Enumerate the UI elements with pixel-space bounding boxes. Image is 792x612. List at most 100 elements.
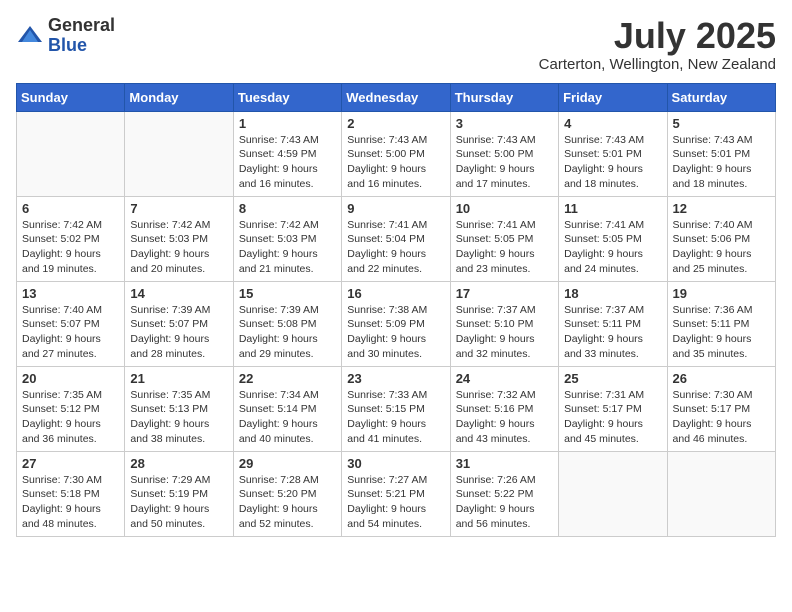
- day-info: Sunrise: 7:30 AM Sunset: 5:18 PM Dayligh…: [22, 473, 119, 532]
- day-number: 20: [22, 371, 119, 386]
- day-number: 29: [239, 456, 336, 471]
- calendar-cell: 25 Sunrise: 7:31 AM Sunset: 5:17 PM Dayli…: [559, 366, 667, 451]
- day-number: 6: [22, 201, 119, 216]
- day-info: Sunrise: 7:26 AM Sunset: 5:22 PM Dayligh…: [456, 473, 553, 532]
- day-info: Sunrise: 7:40 AM Sunset: 5:06 PM Dayligh…: [673, 218, 770, 277]
- calendar-cell: 12 Sunrise: 7:40 AM Sunset: 5:06 PM Dayli…: [667, 196, 775, 281]
- day-info: Sunrise: 7:42 AM Sunset: 5:02 PM Dayligh…: [22, 218, 119, 277]
- calendar-cell: 1 Sunrise: 7:43 AM Sunset: 4:59 PM Daylig…: [233, 111, 341, 196]
- calendar-cell: 26 Sunrise: 7:30 AM Sunset: 5:17 PM Dayli…: [667, 366, 775, 451]
- day-number: 3: [456, 116, 553, 131]
- weekday-header-friday: Friday: [559, 83, 667, 111]
- day-info: Sunrise: 7:39 AM Sunset: 5:08 PM Dayligh…: [239, 303, 336, 362]
- week-row-1: 1 Sunrise: 7:43 AM Sunset: 4:59 PM Daylig…: [17, 111, 776, 196]
- day-info: Sunrise: 7:41 AM Sunset: 5:05 PM Dayligh…: [456, 218, 553, 277]
- calendar-cell: 2 Sunrise: 7:43 AM Sunset: 5:00 PM Daylig…: [342, 111, 450, 196]
- day-info: Sunrise: 7:31 AM Sunset: 5:17 PM Dayligh…: [564, 388, 661, 447]
- calendar-cell: 21Sunrise: 7:35 AM Sunset: 5:13 PM Dayli…: [125, 366, 233, 451]
- weekday-header-row: SundayMondayTuesdayWednesdayThursdayFrid…: [17, 83, 776, 111]
- logo-general: General: [48, 16, 115, 36]
- day-number: 24: [456, 371, 553, 386]
- calendar-cell: 7 Sunrise: 7:42 AM Sunset: 5:03 PM Daylig…: [125, 196, 233, 281]
- day-number: 22: [239, 371, 336, 386]
- day-number: 25: [564, 371, 661, 386]
- day-number: 4: [564, 116, 661, 131]
- calendar-cell: 30 Sunrise: 7:27 AM Sunset: 5:21 PM Dayli…: [342, 451, 450, 536]
- day-number: 7: [130, 201, 227, 216]
- day-info: Sunrise: 7:27 AM Sunset: 5:21 PM Dayligh…: [347, 473, 444, 532]
- day-info: Sunrise: 7:28 AM Sunset: 5:20 PM Dayligh…: [239, 473, 336, 532]
- calendar-cell: 22 Sunrise: 7:34 AM Sunset: 5:14 PM Dayli…: [233, 366, 341, 451]
- day-info: Sunrise: 7:34 AM Sunset: 5:14 PM Dayligh…: [239, 388, 336, 447]
- day-number: 27: [22, 456, 119, 471]
- logo-text: General Blue: [48, 16, 115, 56]
- day-info: Sunrise: 7:43 AM Sunset: 5:01 PM Dayligh…: [673, 133, 770, 192]
- title-area: July 2025 Carterton, Wellington, New Zea…: [539, 16, 776, 73]
- calendar-cell: 5 Sunrise: 7:43 AM Sunset: 5:01 PM Daylig…: [667, 111, 775, 196]
- logo: General Blue: [16, 16, 115, 56]
- location-title: Carterton, Wellington, New Zealand: [539, 56, 776, 73]
- day-number: 11: [564, 201, 661, 216]
- day-info: Sunrise: 7:37 AM Sunset: 5:10 PM Dayligh…: [456, 303, 553, 362]
- day-info: Sunrise: 7:40 AM Sunset: 5:07 PM Dayligh…: [22, 303, 119, 362]
- calendar-cell: 3 Sunrise: 7:43 AM Sunset: 5:00 PM Daylig…: [450, 111, 558, 196]
- calendar-cell: 20 Sunrise: 7:35 AM Sunset: 5:12 PM Dayli…: [17, 366, 125, 451]
- day-info: Sunrise: 7:39 AM Sunset: 5:07 PM Dayligh…: [130, 303, 227, 362]
- calendar-cell: 9Sunrise: 7:41 AM Sunset: 5:04 PM Daylig…: [342, 196, 450, 281]
- week-row-3: 13 Sunrise: 7:40 AM Sunset: 5:07 PM Dayli…: [17, 281, 776, 366]
- calendar-cell: 6 Sunrise: 7:42 AM Sunset: 5:02 PM Daylig…: [17, 196, 125, 281]
- calendar-cell: [17, 111, 125, 196]
- day-number: 5: [673, 116, 770, 131]
- day-number: 28: [130, 456, 227, 471]
- day-number: 30: [347, 456, 444, 471]
- calendar-cell: 11Sunrise: 7:41 AM Sunset: 5:05 PM Dayli…: [559, 196, 667, 281]
- weekday-header-thursday: Thursday: [450, 83, 558, 111]
- day-number: 17: [456, 286, 553, 301]
- calendar-cell: 4 Sunrise: 7:43 AM Sunset: 5:01 PM Daylig…: [559, 111, 667, 196]
- day-number: 1: [239, 116, 336, 131]
- day-number: 26: [673, 371, 770, 386]
- calendar-cell: 14Sunrise: 7:39 AM Sunset: 5:07 PM Dayli…: [125, 281, 233, 366]
- page-header: General Blue July 2025 Carterton, Wellin…: [16, 16, 776, 73]
- day-number: 19: [673, 286, 770, 301]
- day-info: Sunrise: 7:43 AM Sunset: 5:00 PM Dayligh…: [456, 133, 553, 192]
- day-number: 2: [347, 116, 444, 131]
- day-info: Sunrise: 7:38 AM Sunset: 5:09 PM Dayligh…: [347, 303, 444, 362]
- day-info: Sunrise: 7:30 AM Sunset: 5:17 PM Dayligh…: [673, 388, 770, 447]
- day-info: Sunrise: 7:43 AM Sunset: 5:01 PM Dayligh…: [564, 133, 661, 192]
- day-info: Sunrise: 7:42 AM Sunset: 5:03 PM Dayligh…: [130, 218, 227, 277]
- calendar-cell: [559, 451, 667, 536]
- calendar-cell: 27 Sunrise: 7:30 AM Sunset: 5:18 PM Dayli…: [17, 451, 125, 536]
- day-info: Sunrise: 7:42 AM Sunset: 5:03 PM Dayligh…: [239, 218, 336, 277]
- day-info: Sunrise: 7:36 AM Sunset: 5:11 PM Dayligh…: [673, 303, 770, 362]
- calendar-cell: 24 Sunrise: 7:32 AM Sunset: 5:16 PM Dayli…: [450, 366, 558, 451]
- weekday-header-sunday: Sunday: [17, 83, 125, 111]
- day-number: 23: [347, 371, 444, 386]
- logo-blue: Blue: [48, 36, 115, 56]
- day-info: Sunrise: 7:43 AM Sunset: 4:59 PM Dayligh…: [239, 133, 336, 192]
- week-row-2: 6 Sunrise: 7:42 AM Sunset: 5:02 PM Daylig…: [17, 196, 776, 281]
- weekday-header-wednesday: Wednesday: [342, 83, 450, 111]
- day-info: Sunrise: 7:43 AM Sunset: 5:00 PM Dayligh…: [347, 133, 444, 192]
- day-info: Sunrise: 7:41 AM Sunset: 5:04 PM Dayligh…: [347, 218, 444, 277]
- day-number: 21: [130, 371, 227, 386]
- calendar-cell: 23 Sunrise: 7:33 AM Sunset: 5:15 PM Dayli…: [342, 366, 450, 451]
- calendar-cell: 28 Sunrise: 7:29 AM Sunset: 5:19 PM Dayli…: [125, 451, 233, 536]
- calendar-table: SundayMondayTuesdayWednesdayThursdayFrid…: [16, 83, 776, 537]
- calendar-cell: 29 Sunrise: 7:28 AM Sunset: 5:20 PM Dayli…: [233, 451, 341, 536]
- calendar-cell: 19 Sunrise: 7:36 AM Sunset: 5:11 PM Dayli…: [667, 281, 775, 366]
- calendar-cell: 18Sunrise: 7:37 AM Sunset: 5:11 PM Dayli…: [559, 281, 667, 366]
- month-title: July 2025: [539, 16, 776, 56]
- calendar-cell: 8Sunrise: 7:42 AM Sunset: 5:03 PM Daylig…: [233, 196, 341, 281]
- day-number: 18: [564, 286, 661, 301]
- day-info: Sunrise: 7:32 AM Sunset: 5:16 PM Dayligh…: [456, 388, 553, 447]
- calendar-cell: [125, 111, 233, 196]
- day-number: 12: [673, 201, 770, 216]
- day-info: Sunrise: 7:33 AM Sunset: 5:15 PM Dayligh…: [347, 388, 444, 447]
- day-number: 15: [239, 286, 336, 301]
- day-number: 16: [347, 286, 444, 301]
- day-info: Sunrise: 7:35 AM Sunset: 5:12 PM Dayligh…: [22, 388, 119, 447]
- calendar-cell: 16 Sunrise: 7:38 AM Sunset: 5:09 PM Dayli…: [342, 281, 450, 366]
- day-number: 13: [22, 286, 119, 301]
- day-info: Sunrise: 7:29 AM Sunset: 5:19 PM Dayligh…: [130, 473, 227, 532]
